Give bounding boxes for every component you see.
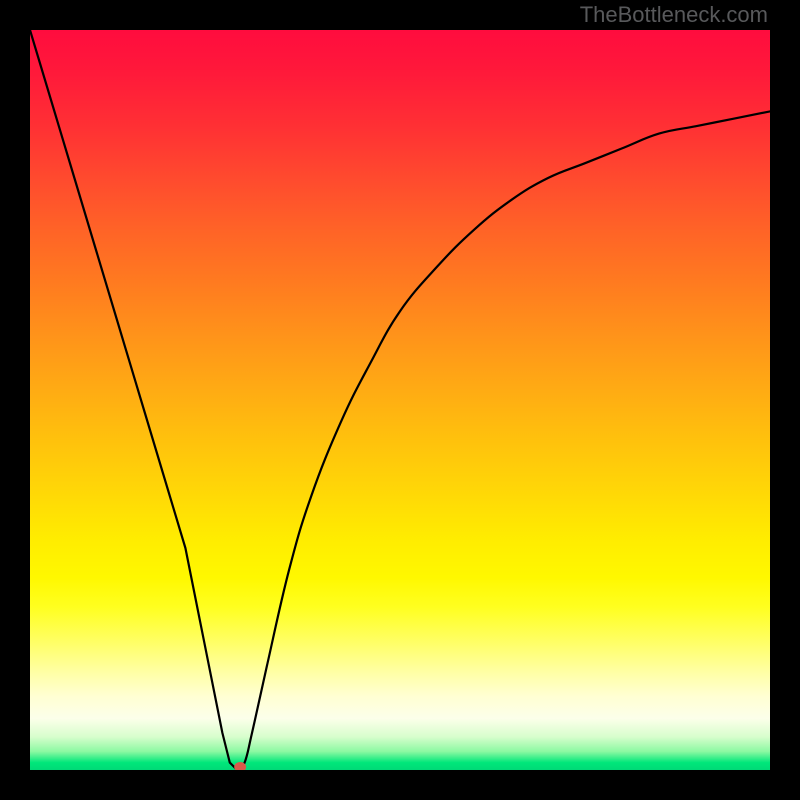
chart-container: TheBottleneck.com (0, 0, 800, 800)
watermark-text: TheBottleneck.com (580, 2, 768, 28)
curve-svg (30, 30, 770, 770)
plot-area (30, 30, 770, 770)
bottleneck-curve (30, 30, 770, 770)
